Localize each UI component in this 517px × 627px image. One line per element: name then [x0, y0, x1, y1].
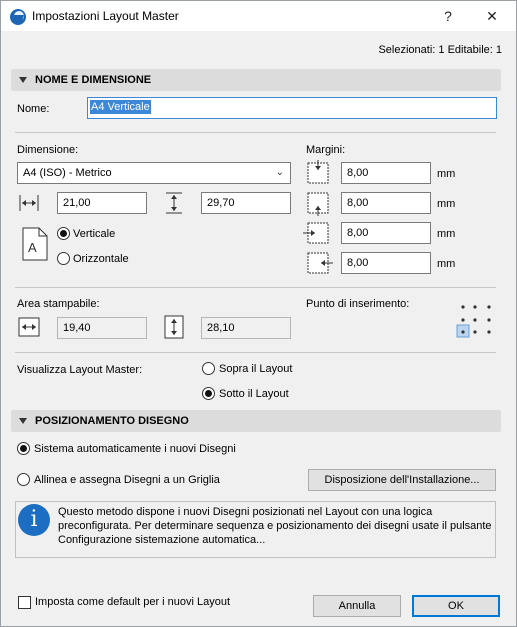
- section-header-drawing-placement[interactable]: POSIZIONAMENTO DISEGNO: [11, 410, 501, 432]
- orientation-horizontal-radio[interactable]: [57, 252, 70, 265]
- margin-top-input[interactable]: 8,00: [341, 162, 431, 184]
- margin-bottom-unit: mm: [437, 198, 456, 210]
- info-box: i Questo metodo dispone i nuovi Disegni …: [15, 501, 496, 558]
- placement-grid-radio[interactable]: [17, 473, 30, 486]
- dimension-label: Dimensione:: [17, 144, 79, 156]
- margin-right-input[interactable]: 8,00: [341, 252, 431, 274]
- placement-auto-radio[interactable]: [17, 442, 30, 455]
- placement-auto-label[interactable]: Sistema automaticamente i nuovi Disegni: [34, 443, 236, 455]
- margin-top-icon: [307, 160, 329, 184]
- margin-left-unit: mm: [437, 228, 456, 240]
- cancel-button[interactable]: Annulla: [313, 595, 401, 617]
- width-icon: [19, 195, 39, 211]
- height-input[interactable]: 29,70: [201, 192, 291, 214]
- insertion-point-label: Punto di inserimento:: [306, 298, 410, 310]
- dialog-window: Impostazioni Layout Master ? ✕ Seleziona…: [0, 0, 517, 627]
- default-layout-checkbox[interactable]: [18, 596, 31, 609]
- margin-left-icon: [303, 222, 329, 244]
- printable-width-icon: [18, 317, 40, 337]
- height-icon: [166, 192, 182, 214]
- printable-height-value: 28,10: [201, 317, 291, 339]
- chevron-down-icon: ⌄: [275, 167, 284, 178]
- selection-info: Selezionati: 1 Editabile: 1: [378, 44, 502, 56]
- collapse-triangle-icon: [19, 77, 27, 83]
- info-text: Questo metodo dispone i nuovi Disegni po…: [58, 506, 492, 546]
- margin-bottom-input[interactable]: 8,00: [341, 192, 431, 214]
- display-layout-master-label: Visualizza Layout Master:: [17, 364, 143, 376]
- margin-right-unit: mm: [437, 258, 456, 270]
- display-above-radio[interactable]: [202, 362, 215, 375]
- insertion-point-grid[interactable]: [455, 301, 495, 341]
- margin-bottom-icon: [307, 192, 329, 216]
- divider: [15, 287, 496, 288]
- orientation-vertical-label[interactable]: Verticale: [73, 228, 115, 240]
- printable-height-icon: [164, 315, 184, 339]
- dimension-preset-select[interactable]: A4 (ISO) - Metrico ⌄: [17, 162, 291, 184]
- placement-grid-label[interactable]: Allinea e assegna Disegni a un Griglia: [34, 474, 220, 486]
- margin-left-input[interactable]: 8,00: [341, 222, 431, 244]
- display-below-radio[interactable]: [202, 387, 215, 400]
- section-title: POSIZIONAMENTO DISEGNO: [35, 415, 189, 427]
- printable-area-label: Area stampabile:: [17, 298, 100, 310]
- title-bar: Impostazioni Layout Master ? ✕: [1, 1, 516, 31]
- orientation-horizontal-label[interactable]: Orizzontale: [73, 253, 129, 265]
- section-title: NOME E DIMENSIONE: [35, 74, 152, 86]
- divider: [15, 352, 496, 353]
- divider: [15, 132, 496, 133]
- name-input-value: A4 Verticale: [90, 100, 151, 114]
- page-a-icon: A: [22, 227, 48, 261]
- margin-right-icon: [307, 252, 333, 274]
- dimension-preset-value: A4 (ISO) - Metrico: [23, 167, 112, 179]
- window-title: Impostazioni Layout Master: [32, 9, 179, 23]
- svg-text:A: A: [28, 240, 37, 255]
- name-input[interactable]: A4 Verticale: [87, 97, 497, 119]
- name-label: Nome:: [17, 103, 50, 115]
- display-below-label[interactable]: Sotto il Layout: [219, 388, 289, 400]
- info-icon: i: [18, 504, 50, 536]
- help-button[interactable]: ?: [426, 1, 470, 31]
- default-layout-label[interactable]: Imposta come default per i nuovi Layout: [35, 596, 230, 608]
- width-input[interactable]: 21,00: [57, 192, 147, 214]
- section-header-name-dimension[interactable]: NOME E DIMENSIONE: [11, 69, 501, 91]
- display-above-label[interactable]: Sopra il Layout: [219, 363, 292, 375]
- collapse-triangle-icon: [19, 418, 27, 424]
- ok-button[interactable]: OK: [412, 595, 500, 617]
- printable-width-value: 19,40: [57, 317, 147, 339]
- install-arrangement-button[interactable]: Disposizione dell'Installazione...: [308, 469, 496, 491]
- margins-label: Margini:: [306, 144, 346, 156]
- margin-top-unit: mm: [437, 168, 456, 180]
- orientation-vertical-radio[interactable]: [57, 227, 70, 240]
- close-button[interactable]: ✕: [470, 1, 514, 31]
- archicad-app-icon: [10, 9, 26, 25]
